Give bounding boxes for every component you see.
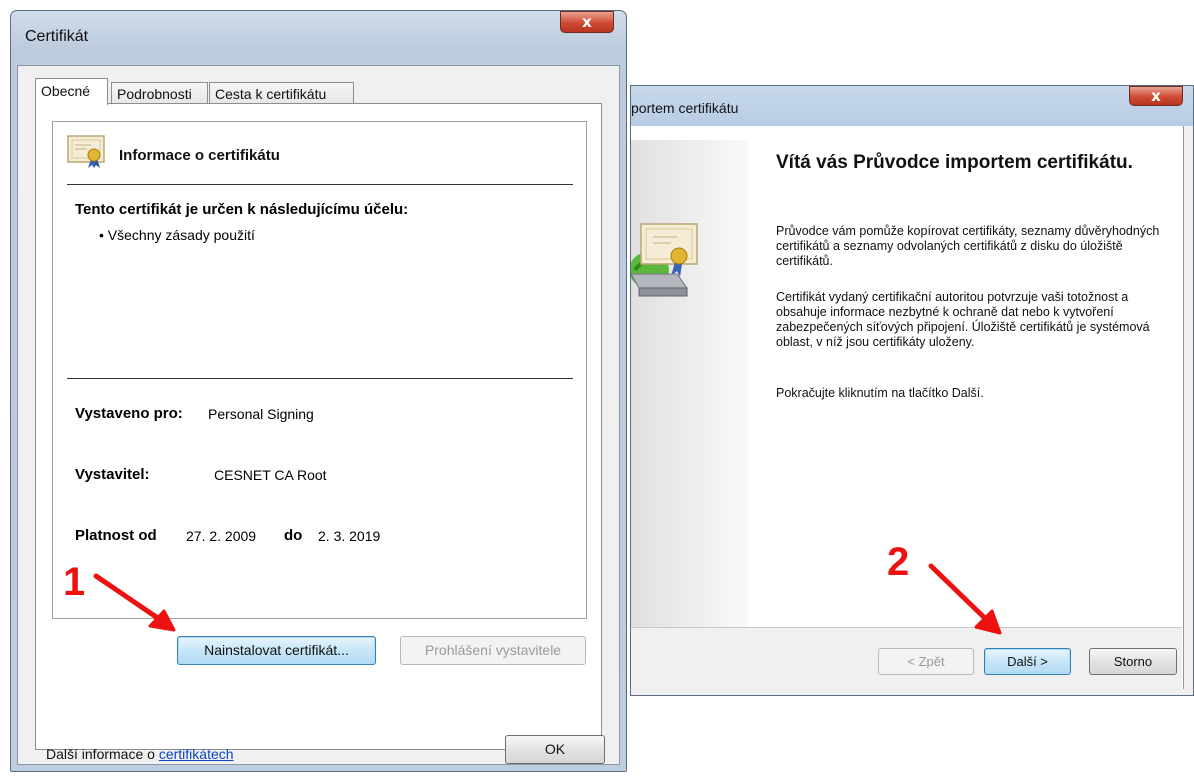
window-title: Certifikát — [25, 28, 89, 45]
wizard-titlebar: portem certifikátu x — [631, 86, 1193, 126]
issuer-label: Vystavitel: — [75, 466, 150, 483]
step-2-arrow-icon — [928, 563, 1002, 635]
wizard-heading: Vítá vás Průvodce importem certifikátu. — [776, 152, 1133, 173]
issuer-statement-button: Prohlášení vystavitele — [400, 636, 586, 665]
certificate-import-icon — [631, 223, 698, 297]
window-client: Obecné Podrobnosti Cesta k certifikátu I… — [17, 65, 620, 765]
valid-to-value: 2. 3. 2019 — [318, 528, 381, 544]
wizard-paragraph-2: Certifikát vydaný certifikační autoritou… — [776, 290, 1150, 349]
import-wizard-window: portem certifikátu x Vítá vás Průvodce i… — [630, 85, 1194, 696]
divider-middle — [67, 378, 573, 379]
tab-general[interactable]: Obecné — [35, 78, 108, 105]
certificate-icon — [67, 135, 105, 168]
purpose-item: • Všechny zásady použití — [99, 227, 255, 243]
more-info-text: Další informace o certifikátech — [46, 746, 234, 762]
ok-button[interactable]: OK — [505, 735, 605, 764]
more-info-label: Další informace o — [46, 746, 159, 762]
back-button: < Zpět — [878, 648, 974, 675]
wizard-window-title: portem certifikátu — [631, 100, 739, 116]
step-1-arrow-icon — [93, 573, 176, 632]
tab-panel-general: Informace o certifikátu Tento certifikát… — [35, 103, 602, 762]
certificate-info-box: Informace o certifikátu Tento certifikát… — [52, 121, 587, 619]
next-button[interactable]: Další > — [984, 648, 1071, 675]
close-button[interactable]: x — [560, 11, 614, 33]
step-1-label: 1 — [63, 560, 86, 604]
more-info-link[interactable]: certifikátech — [159, 746, 234, 762]
wizard-content: Vítá vás Průvodce importem certifikátu. … — [631, 126, 1184, 690]
issued-to-label: Vystaveno pro: — [75, 405, 183, 422]
issuer-value: CESNET CA Root — [214, 467, 327, 483]
info-title: Informace o certifikátu — [119, 147, 280, 164]
install-certificate-button[interactable]: Nainstalovat certifikát... — [177, 636, 376, 665]
purpose-title: Tento certifikát je určen k následujícím… — [75, 201, 409, 218]
divider-top — [67, 184, 573, 185]
wizard-close-button[interactable]: x — [1129, 86, 1183, 106]
wizard-paragraph-1: Průvodce vám pomůže kopírovat certifikát… — [776, 224, 1160, 268]
validity-label: Platnost od — [75, 527, 157, 544]
valid-from-value: 27. 2. 2009 — [186, 528, 257, 544]
issued-to-value: Personal Signing — [208, 406, 314, 422]
tab-certification-path[interactable]: Cesta k certifikátu — [209, 82, 354, 104]
cancel-button[interactable]: Storno — [1089, 648, 1177, 675]
wizard-footer: < Zpět Další > Storno — [631, 628, 1182, 690]
wizard-side-panel — [631, 140, 748, 640]
step-2-label: 2 — [887, 540, 910, 584]
wizard-paragraph-3: Pokračujte kliknutím na tlačítko Další. — [776, 386, 984, 400]
tab-details[interactable]: Podrobnosti — [111, 82, 208, 104]
validity-to-label: do — [284, 527, 303, 544]
certificate-window: Certifikát x Obecné Podrobnosti Cesta k … — [10, 10, 627, 772]
